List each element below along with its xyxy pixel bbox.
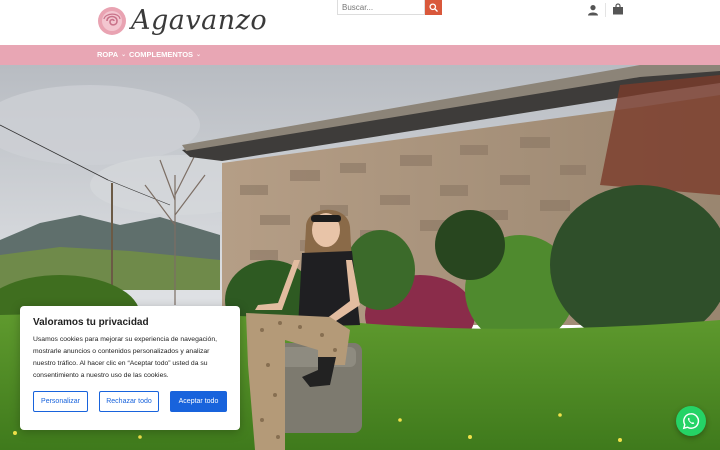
nav-item-label: COMPLEMENTOS <box>129 50 194 59</box>
nav-item-label: ROPA <box>97 50 119 59</box>
cookie-banner-text: Usamos cookies para mejorar su experienc… <box>33 336 217 379</box>
accept-all-button[interactable]: Aceptar todo <box>170 391 227 412</box>
header-divider <box>605 3 606 17</box>
user-icon[interactable] <box>587 4 599 16</box>
nav-item-complementos[interactable]: COMPLEMENTOS ⌄ <box>129 45 201 65</box>
rose-logo-icon <box>98 6 126 35</box>
customize-cookies-button[interactable]: Personalizar <box>33 391 88 412</box>
nav-item-ropa[interactable]: ROPA ⌄ <box>97 45 126 65</box>
search-form <box>337 0 442 15</box>
search-button[interactable] <box>425 0 442 15</box>
site-header: Agavanzo <box>0 0 720 45</box>
reject-all-button[interactable]: Rechazar todo <box>99 391 159 412</box>
chevron-down-icon: ⌄ <box>121 52 127 58</box>
site-logo[interactable]: Agavanzo <box>97 5 267 36</box>
whatsapp-chat-button[interactable] <box>676 406 706 436</box>
search-input[interactable] <box>337 0 425 15</box>
cookie-banner-title: Valoramos tu privacidad <box>33 317 149 328</box>
cookie-consent-banner: Valoramos tu privacidad Usamos cookies p… <box>20 306 240 430</box>
main-nav: ROPA ⌄ COMPLEMENTOS ⌄ <box>0 45 720 65</box>
logo-text: Agavanzo <box>131 5 268 36</box>
whatsapp-icon <box>682 413 700 430</box>
search-icon <box>429 3 438 12</box>
shopping-bag-icon[interactable] <box>612 3 624 15</box>
chevron-down-icon: ⌄ <box>196 52 202 58</box>
